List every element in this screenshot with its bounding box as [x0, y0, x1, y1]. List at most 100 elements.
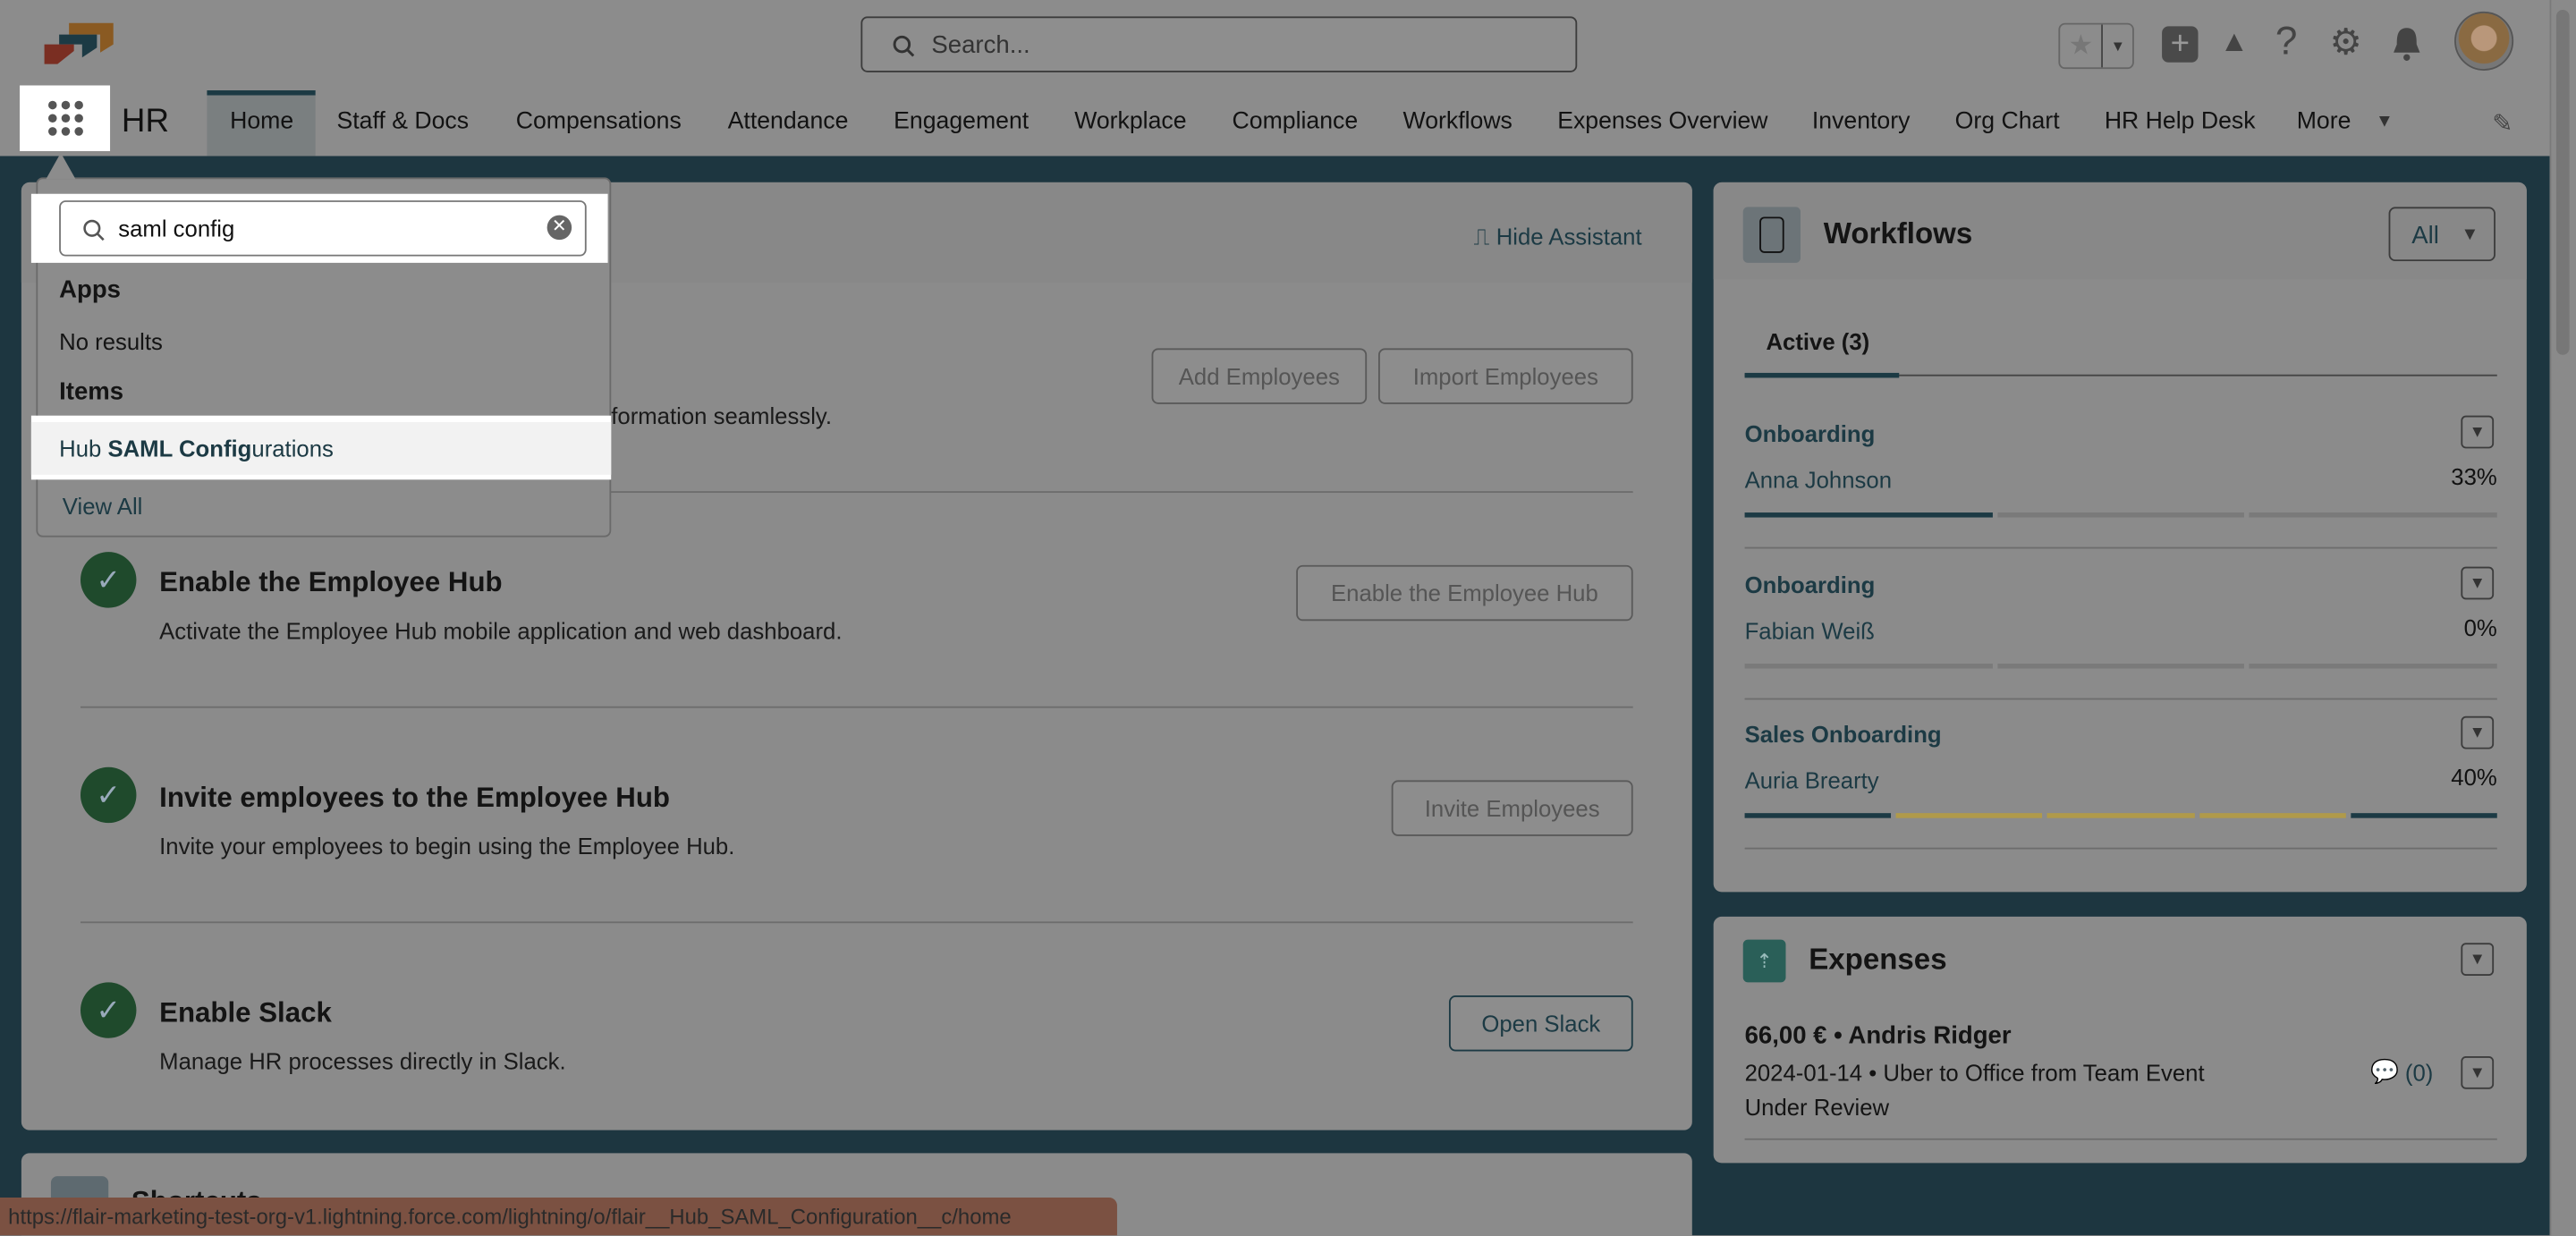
workflow-progress-segment: [1895, 813, 2043, 818]
workflow-name[interactable]: Onboarding: [1745, 571, 1876, 597]
view-all-link[interactable]: View All: [63, 493, 143, 519]
launcher-search-value: saml config: [118, 215, 235, 241]
workflows-filter-select[interactable]: All ▼: [2388, 207, 2496, 262]
result-highlight: Hub SAML Configurations: [30, 415, 612, 480]
workflow-menu-dropdown[interactable]: ▼: [2461, 566, 2495, 600]
enable-employee-hub-button[interactable]: Enable the Employee Hub: [1296, 564, 1633, 622]
step-title: Invite employees to the Employee Hub: [159, 782, 671, 814]
more-chevron-down-icon[interactable]: ▼: [2376, 112, 2394, 131]
tab-more[interactable]: More: [2297, 108, 2351, 134]
hide-assistant-label: Hide Assistant: [1496, 223, 1642, 250]
tab-attendance[interactable]: Attendance: [728, 108, 849, 134]
app-launcher-grid-icon: [47, 100, 83, 136]
workflow-progress-segment: [2350, 813, 2497, 818]
workflow-progress-segment: [2047, 813, 2195, 818]
tab-inventory[interactable]: Inventory: [1812, 108, 1911, 134]
launcher-search-input[interactable]: saml config ✕: [59, 200, 587, 257]
step-description: Manage HR processes directly in Slack.: [159, 1047, 566, 1075]
step-description: Activate the Employee Hub mobile applica…: [159, 617, 843, 644]
tab-compliance[interactable]: Compliance: [1233, 108, 1359, 134]
tab-home[interactable]: Home: [230, 108, 293, 134]
divider: [1744, 847, 2497, 850]
workflows-filter-value: All: [2411, 221, 2439, 250]
tab-hr-help-desk[interactable]: HR Help Desk: [2105, 108, 2256, 134]
workflows-title: Workflows: [1823, 216, 1973, 250]
user-avatar[interactable]: [2454, 11, 2514, 71]
dropdown-pointer: [46, 152, 76, 180]
comment-count[interactable]: (0): [2405, 1060, 2433, 1086]
step-complete-check-icon: ✓: [80, 552, 137, 608]
workflow-progress-segment: [2250, 664, 2497, 669]
divider: [1744, 1138, 2497, 1140]
workflow-name[interactable]: Sales Onboarding: [1745, 721, 1942, 747]
clear-search-icon[interactable]: ✕: [547, 215, 572, 241]
tab-workplace[interactable]: Workplace: [1074, 108, 1186, 134]
workflow-progress-segment: [1744, 512, 1993, 518]
invite-employees-button[interactable]: Invite Employees: [1391, 780, 1633, 836]
search-placeholder: Search...: [931, 30, 1030, 60]
scrollbar-thumb[interactable]: [2555, 10, 2570, 355]
clipboard-icon: [1742, 207, 1801, 263]
workflow-employee[interactable]: Anna Johnson: [1745, 467, 1892, 493]
search-icon: [83, 219, 105, 241]
item-label-prefix: Hub: [59, 435, 108, 462]
flair-logo[interactable]: [41, 21, 116, 67]
workflow-progress-segment: [2250, 512, 2497, 518]
global-create-icon[interactable]: +: [2162, 26, 2199, 63]
workflow-percent: 33%: [2451, 462, 2497, 490]
comment-icon[interactable]: 💬: [2370, 1058, 2399, 1086]
step-title: Enable Slack: [159, 996, 332, 1029]
favorites-group: ★ ▼: [2058, 22, 2134, 70]
divider: [1744, 698, 2497, 700]
workflow-percent: 0%: [2463, 614, 2497, 641]
workflow-progress-segment: [2199, 813, 2346, 818]
edit-nav-pencil-icon[interactable]: ✎: [2492, 108, 2512, 138]
item-hub-saml-configurations[interactable]: Hub SAML Configurations: [30, 422, 612, 475]
apps-heading: Apps: [59, 275, 121, 304]
step-complete-check-icon: ✓: [80, 982, 137, 1038]
open-slack-button[interactable]: Open Slack: [1448, 995, 1633, 1052]
divider: [80, 921, 1633, 924]
app-launcher-button[interactable]: [20, 85, 111, 151]
workflow-name[interactable]: Onboarding: [1745, 420, 1876, 446]
divider: [80, 706, 1633, 708]
expenses-title: Expenses: [1809, 943, 1947, 976]
step-title: Enable the Employee Hub: [159, 566, 503, 598]
workflow-menu-dropdown[interactable]: ▼: [2461, 415, 2495, 449]
workflow-progress-segment: [1996, 664, 2245, 669]
expense-amount-employee[interactable]: 66,00 € • Andris Ridger: [1745, 1021, 2012, 1049]
tab-active[interactable]: Active (3): [1766, 328, 1869, 354]
item-label-suffix: urations: [251, 435, 334, 462]
workflow-progress-segment: [1744, 664, 1993, 669]
tab-workflows[interactable]: Workflows: [1403, 108, 1513, 134]
import-employees-button[interactable]: Import Employees: [1377, 348, 1633, 404]
favorites-dropdown-icon[interactable]: ▼: [2101, 24, 2132, 68]
workflow-employee[interactable]: Auria Brearty: [1745, 767, 1879, 793]
step-description: Invite your employees to begin using the…: [159, 833, 735, 859]
app-name: HR: [121, 103, 169, 140]
workflow-employee[interactable]: Fabian Weiß: [1745, 618, 1875, 644]
link-preview-status-bar: https://flair-marketing-test-org-v1.ligh…: [0, 1197, 1117, 1236]
expense-row-dropdown[interactable]: ▼: [2461, 1055, 2495, 1089]
tab-engagement[interactable]: Engagement: [894, 108, 1029, 134]
global-search-input[interactable]: Search...: [860, 16, 1578, 72]
tab-org-chart[interactable]: Org Chart: [1955, 108, 2060, 134]
setup-gear-icon[interactable]: ⚙: [2329, 21, 2361, 64]
tab-compensations[interactable]: Compensations: [516, 108, 682, 134]
tab-active-indicator: [1744, 372, 1900, 378]
add-employees-button[interactable]: Add Employees: [1151, 348, 1368, 404]
expense-status: Under Review: [1744, 1094, 1890, 1121]
expenses-icon: ⇡: [1742, 939, 1786, 983]
hide-assistant-link[interactable]: ⎍ Hide Assistant: [1474, 224, 1642, 251]
expense-detail: 2024-01-14 • Uber to Office from Team Ev…: [1744, 1059, 2205, 1087]
tab-expenses-overview[interactable]: Expenses Overview: [1557, 108, 1767, 134]
workflow-menu-dropdown[interactable]: ▼: [2461, 715, 2495, 749]
notifications-bell-icon[interactable]: [2389, 25, 2425, 64]
apps-no-results: No results: [59, 328, 163, 355]
trailhead-icon[interactable]: ▲: [2216, 25, 2252, 64]
help-icon[interactable]: ?: [2275, 20, 2298, 65]
step-complete-check-icon: ✓: [80, 766, 137, 824]
expenses-menu-dropdown[interactable]: ▼: [2461, 943, 2495, 976]
tab-staff-docs[interactable]: Staff & Docs: [337, 108, 470, 134]
star-icon[interactable]: ★: [2060, 25, 2102, 68]
